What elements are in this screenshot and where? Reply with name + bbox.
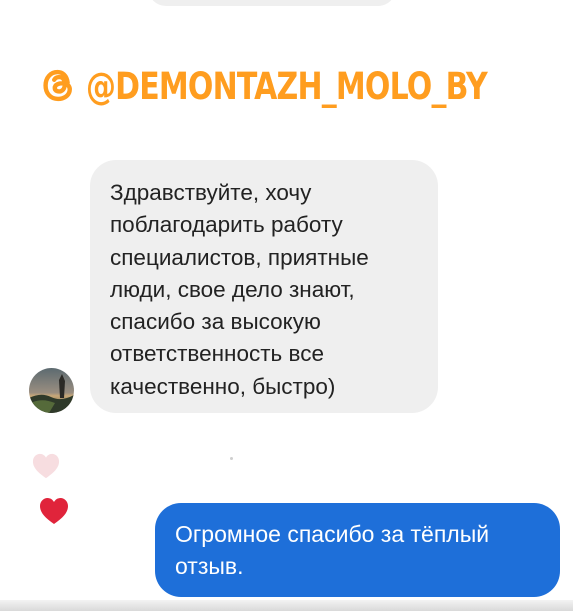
avatar-image — [29, 368, 74, 413]
bottom-edge — [0, 600, 573, 611]
contact-avatar[interactable] — [29, 368, 74, 413]
heart-icon[interactable] — [38, 496, 70, 526]
incoming-message-text: Здравствуйте, хочу поблагодарить работу … — [110, 180, 369, 399]
handle-text: @DEMONTAZH_MOLO_BY — [86, 64, 488, 108]
outgoing-message-bubble[interactable]: Огромное спасибо за тёплый отзыв. — [155, 503, 560, 597]
incoming-message-bubble[interactable]: Здравствуйте, хочу поблагодарить работу … — [90, 160, 438, 413]
account-handle[interactable]: @DEMONTAZH_MOLO_BY — [36, 58, 573, 114]
heart-icon[interactable] — [31, 452, 61, 480]
previous-message-bubble — [148, 0, 396, 6]
threads-icon — [43, 69, 72, 102]
outgoing-message-text: Огромное спасибо за тёплый отзыв. — [175, 521, 490, 579]
divider-dot — [230, 457, 233, 460]
